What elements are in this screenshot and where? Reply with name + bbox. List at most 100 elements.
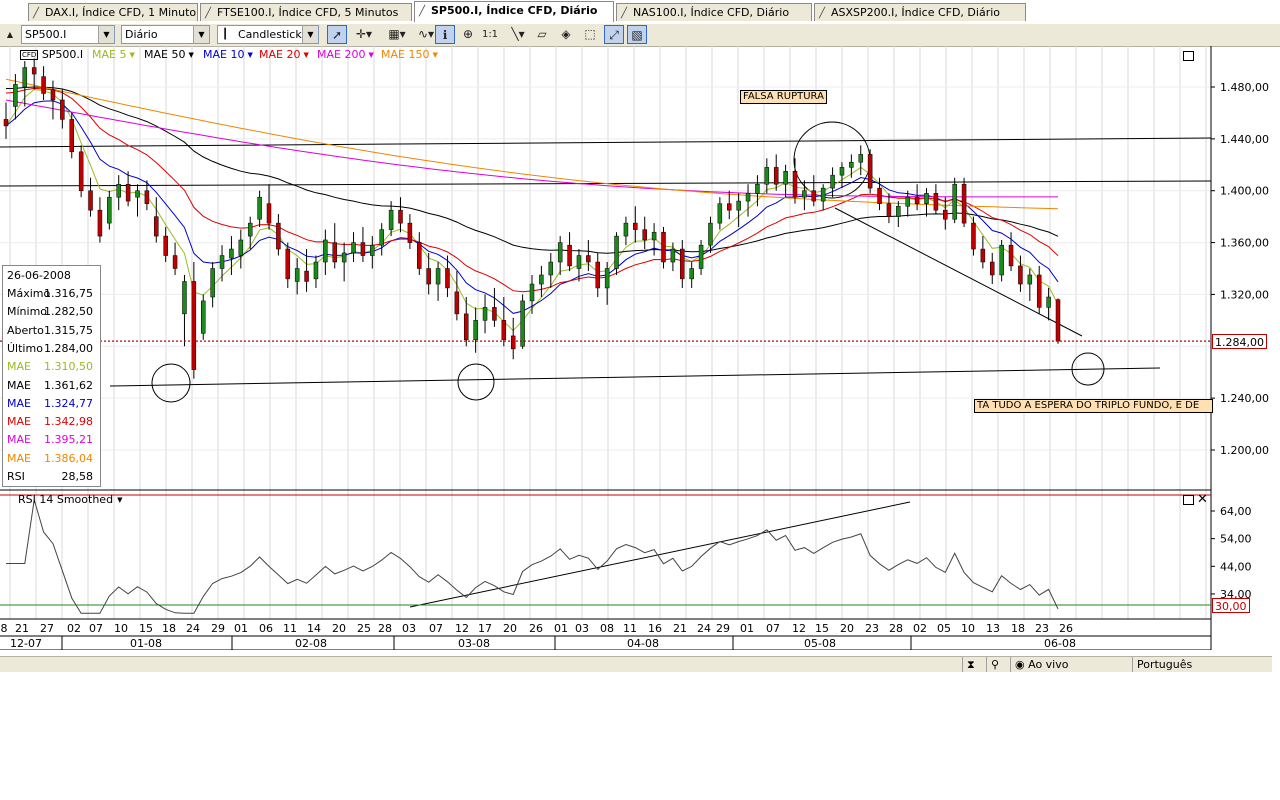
candle-body: [633, 222, 638, 230]
legend-label: MAE 20: [259, 48, 301, 61]
grid-icon[interactable]: ▦▾: [382, 25, 412, 44]
info-value: 1.361,62: [44, 378, 93, 392]
chevron-down-icon: ▼: [432, 51, 438, 59]
legend-mae150[interactable]: MAE 150 ▼: [381, 48, 438, 62]
candle-body: [294, 268, 300, 282]
candle-body: [961, 183, 967, 224]
info-label: MAE: [7, 451, 31, 465]
date-tick-label: 12: [455, 622, 469, 635]
symbol-combo[interactable]: SP500.I ▼: [21, 25, 115, 44]
candle-body: [276, 222, 281, 250]
info-row: MAE 1.324,77: [7, 396, 97, 412]
tab-sp500[interactable]: ╱ SP500.I, Índice CFD, Diário: [414, 1, 614, 22]
maximize-pane-icon[interactable]: [1183, 495, 1194, 505]
pointer-icon[interactable]: ➚: [327, 25, 347, 44]
chart-type-combo[interactable]: ┃ Candlestick ▼: [217, 25, 319, 44]
legend-mae200[interactable]: MAE 200 ▼: [317, 48, 374, 62]
candle-body: [454, 291, 460, 315]
candle-body: [464, 313, 469, 341]
info-label: MAE: [7, 396, 31, 410]
candlestick-icon: ┃: [222, 29, 229, 40]
price-tick-label: 1.440,00: [1220, 133, 1269, 146]
info-value: 1.324,77: [44, 396, 93, 410]
rsi-legend[interactable]: RSI 14 Smoothed ▼: [18, 493, 122, 507]
legend-mae50[interactable]: MAE 50 ▼: [144, 48, 194, 62]
chart-type-value: Candlestick: [238, 28, 302, 41]
period-combo[interactable]: Diário ▼: [121, 25, 210, 44]
one-to-one-icon[interactable]: 1:1: [480, 25, 500, 44]
status-bar: ⧗ ⚲ ◉ Ao vivo Português: [0, 656, 1272, 672]
candle-body: [867, 154, 873, 189]
legend-label: MAE 10: [203, 48, 245, 61]
info-value: 1.395,21: [44, 433, 93, 447]
candle-body: [773, 167, 779, 185]
date-tick-label: 21: [673, 622, 687, 635]
date-tick-label: 03: [402, 622, 416, 635]
tab-ftse100[interactable]: ╱ FTSE100.I, Índice CFD, 5 Minutos: [200, 3, 412, 21]
candle-body: [238, 239, 244, 256]
tab-dax[interactable]: ╱ DAX.I, Índice CFD, 1 Minuto: [28, 3, 198, 21]
line-tool-icon[interactable]: ╲▾: [504, 25, 532, 44]
date-tick-label: 11: [283, 622, 297, 635]
candle-body: [182, 281, 187, 315]
hourglass-icon: ⧗: [962, 657, 984, 672]
legend-mae5[interactable]: MAE 5 ▼: [92, 48, 135, 62]
maximize-pane-icon[interactable]: [1183, 51, 1194, 61]
legend-mae20[interactable]: MAE 20 ▼: [259, 48, 309, 62]
month-label: 01-08: [130, 637, 162, 650]
info-row: MAE 1.342,98: [7, 414, 97, 430]
candle-body: [896, 206, 901, 217]
rsi-line: [6, 499, 1059, 614]
expand-icon[interactable]: ⤢: [604, 25, 624, 44]
candle-body: [407, 222, 413, 243]
collapse-toolbar-button[interactable]: ▲: [2, 25, 18, 44]
tab-nas100[interactable]: ╱ NAS100.I, Índice CFD, Diário: [616, 3, 812, 21]
info-date: 26-06-2008: [7, 269, 71, 282]
close-icon[interactable]: ✕: [1197, 493, 1208, 506]
chevron-down-icon: ▼: [193, 26, 209, 43]
info-label: MAE: [7, 360, 31, 374]
candle-body: [971, 222, 976, 250]
info-value: 28,58: [61, 470, 94, 483]
legend-mae10[interactable]: MAE 10 ▼: [203, 48, 253, 62]
chart-tab-icon: ╱: [205, 8, 212, 19]
candle-body: [802, 190, 807, 198]
info-value: 1.284,00: [44, 341, 93, 355]
candle-body: [680, 248, 685, 280]
info-label: RSI: [7, 470, 25, 483]
candle-body: [539, 274, 544, 285]
paint-icon[interactable]: ◈: [556, 25, 576, 44]
annotation-triplo-fundo[interactable]: TA TUDO A ESPERA DO TRIPLO FUNDO, E DE: [974, 399, 1213, 413]
eraser-icon[interactable]: ▱: [532, 25, 552, 44]
date-tick-label: 23: [1035, 622, 1049, 635]
info-value: 1.386,04: [44, 451, 93, 465]
date-tick-label: 10: [961, 622, 975, 635]
candle-body: [125, 183, 131, 202]
candle-body: [304, 270, 309, 282]
zoom-icon[interactable]: ⊕: [458, 25, 478, 44]
candle-body: [1027, 274, 1033, 285]
chevron-down-icon: ▼: [303, 51, 309, 59]
fit-icon[interactable]: ⬚: [580, 25, 600, 44]
rsi-tick-label: 64,00: [1220, 505, 1252, 518]
candle-body: [689, 268, 694, 280]
data-window: 26-06-2008 Máximo 1.316,75 Mínimo 1.282,50 A…: [2, 265, 101, 487]
info-value: 1.316,75: [44, 287, 93, 300]
info-row: MAE 1.310,50: [7, 359, 97, 375]
autoscale-icon[interactable]: ▧: [627, 25, 647, 44]
price-chart[interactable]: 1.480,00 1.440,00 1.400,00 1.360,00 1.320,00…: [0, 46, 1280, 650]
candle-body: [727, 203, 732, 211]
chart-legend: CFD SP500.I: [20, 48, 83, 62]
chart-tab-icon: ╱: [33, 8, 40, 19]
period-value: Diário: [125, 28, 158, 41]
candle-body: [107, 196, 112, 224]
date-tick-label: 07: [429, 622, 443, 635]
legend-label: MAE 150: [381, 48, 430, 61]
info-label: Aberto: [7, 323, 44, 337]
info-icon[interactable]: ℹ: [435, 25, 455, 44]
annotation-falsa-ruptura[interactable]: FALSA RUPTURA: [740, 90, 827, 104]
crosshair-icon[interactable]: ✛▾: [349, 25, 379, 44]
info-row: RSI 28,58: [7, 469, 97, 485]
candle-body: [830, 174, 835, 189]
tab-asxsp200[interactable]: ╱ ASXSP200.I, Índice CFD, Diário: [814, 3, 1026, 21]
